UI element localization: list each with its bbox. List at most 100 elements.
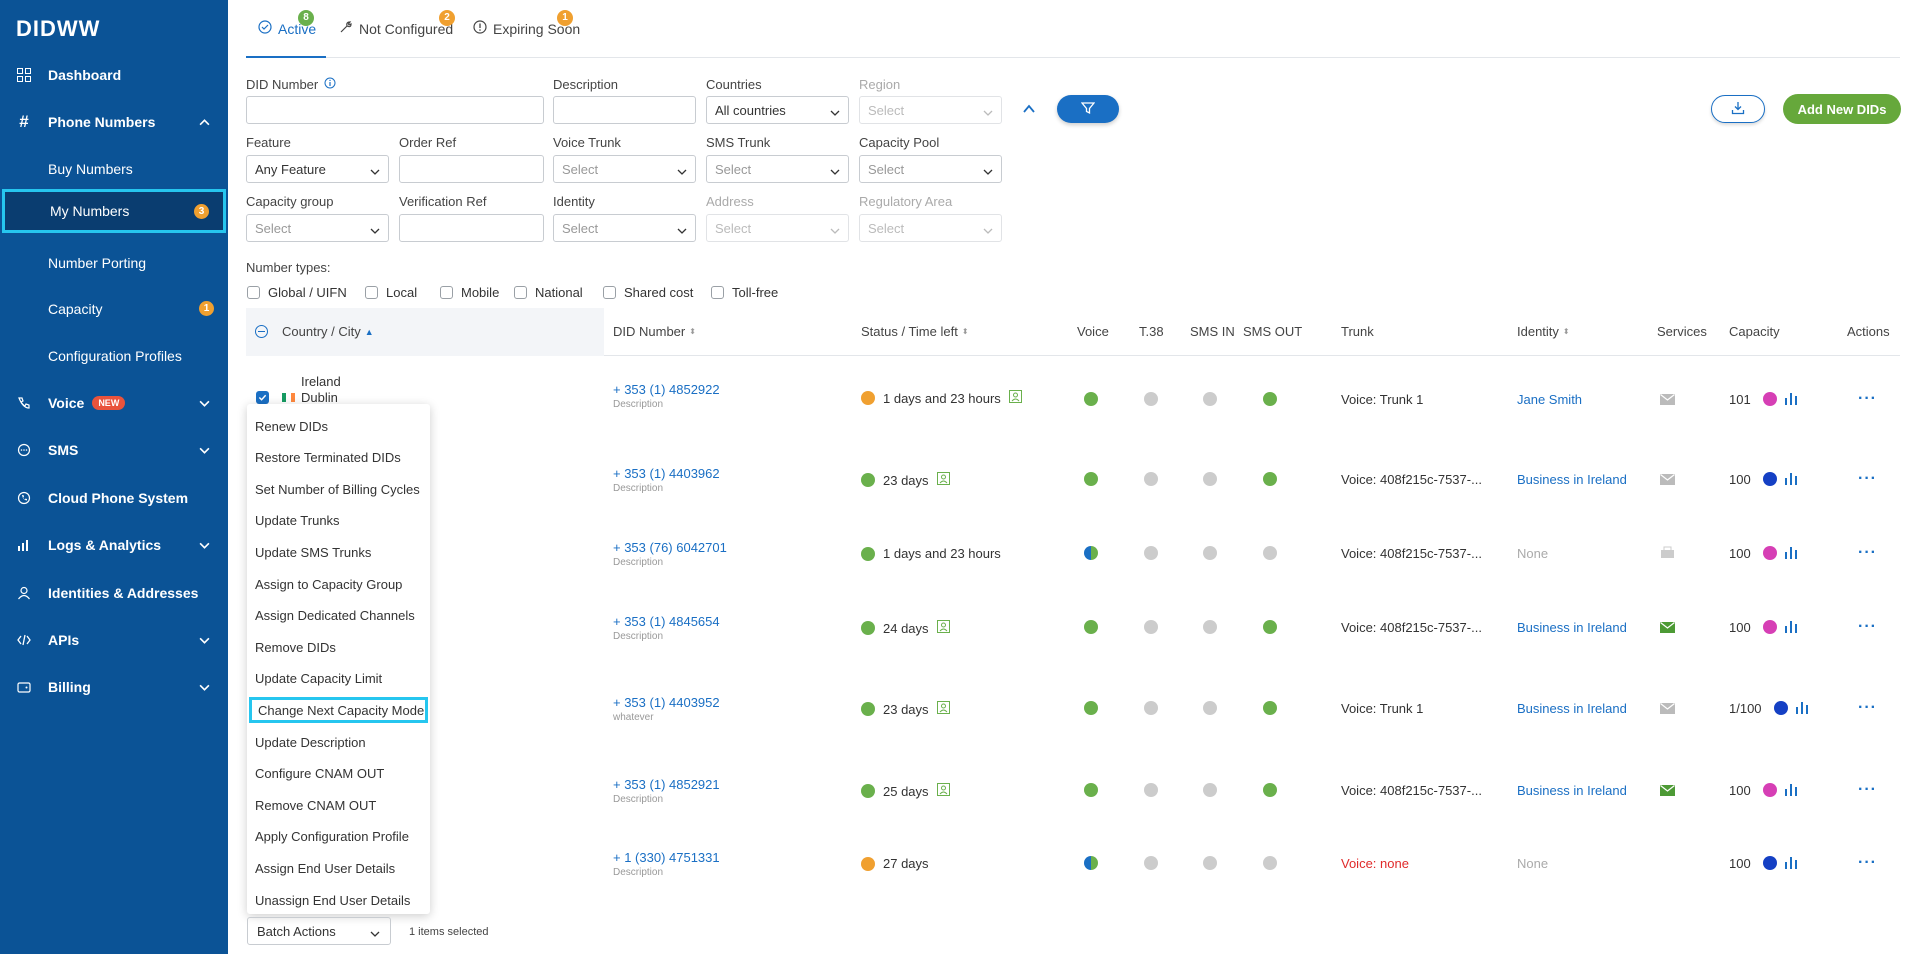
more-actions-icon[interactable]: ··· [1858, 781, 1877, 799]
header-country-city[interactable]: Country / City ▲ [282, 324, 374, 339]
sidebar-item-configuration-profiles[interactable]: Configuration Profiles [0, 336, 228, 376]
number-type-national[interactable]: National [514, 285, 583, 300]
sidebar-item-my-numbers[interactable]: My Numbers 3 [2, 189, 226, 233]
verification-ref-input[interactable] [399, 214, 544, 242]
table-row[interactable]: + 353 (1) 4403962 Description 23 days Vo… [246, 441, 1900, 515]
order-ref-input[interactable] [399, 155, 544, 183]
sidebar-item-phone-numbers[interactable]: # Phone Numbers [0, 102, 228, 142]
table-row[interactable]: + 353 (1) 4852921 Description 25 days Vo… [246, 752, 1900, 826]
sidebar-item-cloud-phone-system[interactable]: Cloud Phone System [0, 478, 228, 518]
header-identity[interactable]: Identity ⬍ [1517, 324, 1570, 339]
batch-menu-item[interactable]: Set Number of Billing Cycles [255, 476, 420, 502]
did-number-link[interactable]: + 353 (1) 4852921 [613, 777, 720, 792]
download-button[interactable] [1711, 95, 1765, 123]
sidebar-item-apis[interactable]: APIs [0, 620, 228, 660]
did-number-link[interactable]: + 353 (1) 4852922 [613, 382, 720, 397]
sms-trunk-select[interactable]: Select [706, 155, 849, 183]
deselect-all-checkbox[interactable] [255, 325, 268, 338]
batch-menu-item[interactable]: Assign Dedicated Channels [255, 603, 415, 629]
did-number-input[interactable] [246, 96, 544, 124]
identity-select[interactable]: Select [553, 214, 696, 242]
capacity-chart-icon[interactable] [1784, 471, 1798, 489]
batch-menu-item[interactable]: Remove CNAM OUT [255, 792, 376, 818]
did-number-link[interactable]: + 353 (1) 4403952 [613, 695, 720, 710]
batch-menu-item[interactable]: Update Description [255, 729, 366, 755]
header-did-number[interactable]: DID Number ⬍ [613, 324, 696, 339]
description-input[interactable] [553, 96, 696, 124]
batch-menu-item[interactable]: Remove DIDs [255, 634, 336, 660]
more-actions-icon[interactable]: ··· [1858, 618, 1877, 636]
capacity-group-select[interactable]: Select [246, 214, 389, 242]
table-row[interactable]: + 353 (76) 6042701 Description 1 days an… [246, 515, 1900, 589]
sidebar-item-logs-analytics[interactable]: Logs & Analytics [0, 525, 228, 565]
sidebar-item-billing[interactable]: Billing [0, 667, 228, 707]
add-new-dids-button[interactable]: Add New DIDs [1783, 94, 1901, 124]
number-type-local[interactable]: Local [365, 285, 417, 300]
collapse-filters-icon[interactable] [1022, 102, 1036, 119]
capacity-chart-icon[interactable] [1784, 619, 1798, 637]
batch-menu-item[interactable]: Update Trunks [255, 508, 340, 534]
capacity-chart-icon[interactable] [1784, 545, 1798, 563]
sidebar-item-number-porting[interactable]: Number Porting [0, 243, 228, 283]
capacity-chart-icon[interactable] [1795, 700, 1809, 718]
tab-not-configured[interactable]: Not Configured 2 [339, 10, 455, 37]
batch-menu-item[interactable]: Update SMS Trunks [255, 539, 371, 565]
identity-link[interactable]: Business in Ireland [1517, 620, 1627, 635]
capacity-pool-select[interactable]: Select [859, 155, 1002, 183]
batch-menu-item[interactable]: Restore Terminated DIDs [255, 445, 401, 471]
more-actions-icon[interactable]: ··· [1858, 699, 1877, 717]
table-row[interactable]: + 353 (1) 4852922 Description 1 days and… [246, 361, 1900, 435]
feature-select[interactable]: Any Feature [246, 155, 389, 183]
checkbox[interactable] [440, 286, 453, 299]
region-select[interactable]: Select [859, 96, 1002, 124]
checkbox[interactable] [514, 286, 527, 299]
checkbox[interactable] [365, 286, 378, 299]
apply-filter-button[interactable] [1057, 95, 1119, 123]
header-status[interactable]: Status / Time left ⬍ [861, 324, 969, 339]
more-actions-icon[interactable]: ··· [1858, 470, 1877, 488]
checkbox[interactable] [603, 286, 616, 299]
checkbox[interactable] [247, 286, 260, 299]
info-icon[interactable] [324, 77, 336, 92]
tab-active[interactable]: Active 8 [258, 10, 316, 37]
did-number-link[interactable]: + 353 (1) 4845654 [613, 614, 720, 629]
batch-actions-select[interactable]: Batch Actions [247, 917, 391, 945]
number-type-toll-free[interactable]: Toll-free [711, 285, 778, 300]
identity-link[interactable]: Business in Ireland [1517, 701, 1627, 716]
batch-menu-item[interactable]: Unassign End User Details [255, 887, 410, 913]
did-number-link[interactable]: + 1 (330) 4751331 [613, 850, 720, 865]
batch-menu-item[interactable]: Apply Configuration Profile [255, 824, 409, 850]
more-actions-icon[interactable]: ··· [1858, 854, 1877, 872]
sidebar-item-sms[interactable]: SMS [0, 430, 228, 470]
table-row[interactable]: + 353 (1) 4403952 whatever 23 days Voice… [246, 670, 1900, 744]
batch-menu-item[interactable]: Configure CNAM OUT [255, 761, 384, 787]
countries-select[interactable]: All countries [706, 96, 849, 124]
did-number-link[interactable]: + 353 (76) 6042701 [613, 540, 727, 555]
capacity-chart-icon[interactable] [1784, 855, 1798, 873]
number-type-mobile[interactable]: Mobile [440, 285, 499, 300]
table-row[interactable]: + 353 (1) 4845654 Description 24 days Vo… [246, 589, 1900, 663]
capacity-chart-icon[interactable] [1784, 782, 1798, 800]
sidebar-item-identities-addresses[interactable]: Identities & Addresses [0, 573, 228, 613]
sidebar-item-dashboard[interactable]: Dashboard [0, 55, 228, 95]
sidebar-item-buy-numbers[interactable]: Buy Numbers [0, 149, 228, 189]
sidebar-item-voice[interactable]: Voice NEW [0, 383, 228, 423]
batch-menu-item[interactable]: Renew DIDs [255, 413, 328, 439]
did-number-link[interactable]: + 353 (1) 4403962 [613, 466, 720, 481]
identity-link[interactable]: Business in Ireland [1517, 472, 1627, 487]
batch-menu-item[interactable]: Assign End User Details [255, 855, 395, 881]
number-type-shared-cost[interactable]: Shared cost [603, 285, 693, 300]
address-select[interactable]: Select [706, 214, 849, 242]
identity-link[interactable]: Jane Smith [1517, 392, 1582, 407]
capacity-chart-icon[interactable] [1784, 391, 1798, 409]
number-type-global-uifn[interactable]: Global / UIFN [247, 285, 347, 300]
checkbox[interactable] [711, 286, 724, 299]
batch-menu-item[interactable]: Update Capacity Limit [255, 666, 382, 692]
batch-menu-item[interactable]: Assign to Capacity Group [255, 571, 402, 597]
table-row[interactable]: + 1 (330) 4751331 Description 27 days Vo… [246, 825, 1900, 899]
identity-link[interactable]: Business in Ireland [1517, 783, 1627, 798]
more-actions-icon[interactable]: ··· [1858, 544, 1877, 562]
regulatory-area-select[interactable]: Select [859, 214, 1002, 242]
more-actions-icon[interactable]: ··· [1858, 390, 1877, 408]
sidebar-item-capacity[interactable]: Capacity 1 [0, 289, 228, 329]
